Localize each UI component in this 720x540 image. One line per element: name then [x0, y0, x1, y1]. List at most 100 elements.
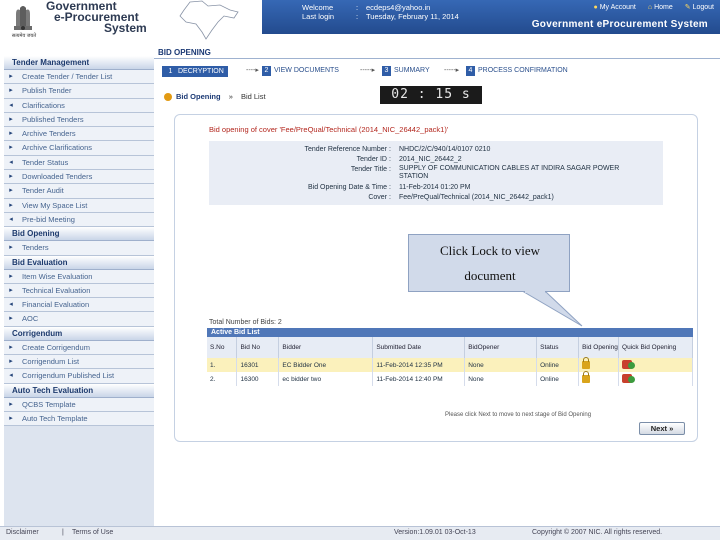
lock-icon[interactable]: [582, 357, 591, 369]
step-arrow-icon: -----▸: [444, 67, 460, 74]
sidebar-item-label: Tenders: [22, 243, 49, 253]
detail-colon: :: [389, 194, 391, 201]
my-account-icon: ●: [593, 4, 598, 11]
welcome-colon: :: [356, 3, 359, 12]
sidebar-section-title[interactable]: Bid Evaluation: [4, 255, 154, 270]
sidebar-item[interactable]: ▸ Corrigendum List: [4, 355, 154, 370]
sidebar-item-label: Auto Tech Template: [22, 413, 88, 423]
detail-label: Tender ID: [356, 156, 387, 163]
step-process-confirmation[interactable]: 4 PROCESS CONFIRMATION: [466, 66, 568, 77]
arrow-icon: ▸: [9, 272, 13, 280]
sidebar-item[interactable]: ▸ Archive Clarifications: [4, 141, 154, 156]
wizard-steps: 1 DECRYPTION ----▸ 2 VIEW DOCUMENTS -----▸…: [162, 66, 608, 77]
arrow-icon: ▸: [9, 201, 13, 209]
arrow-icon: ▸: [9, 358, 13, 366]
breadcrumb-bid-opening[interactable]: Bid Opening: [176, 92, 221, 101]
sidebar-item[interactable]: ◂ Financial Evaluation: [4, 298, 154, 313]
arrow-icon: ◂: [9, 101, 13, 109]
cell-bid-opener: None: [464, 358, 538, 372]
col-bid-no: Bid No: [236, 337, 280, 358]
emblem-caption: सत्यमेव जयते: [11, 33, 37, 39]
terms-link[interactable]: Terms of Use: [72, 529, 113, 536]
step-label: VIEW DOCUMENTS: [274, 67, 339, 74]
sidebar-item[interactable]: ▸ Item Wise Evaluation: [4, 269, 154, 284]
table-header-row: S.No Bid No Bidder Submitted Date BidOpe…: [207, 337, 693, 358]
cell-submitted-date: 11-Feb-2014 12:40 PM: [372, 372, 466, 386]
disclaimer-link[interactable]: Disclaimer: [6, 529, 39, 536]
bid-table: S.No Bid No Bidder Submitted Date BidOpe…: [207, 337, 693, 386]
sidebar-item[interactable]: ▸ Archive Tenders: [4, 127, 154, 142]
sidebar-item[interactable]: ◂ Tender Status: [4, 155, 154, 171]
cell-bidder: ec bidder two: [278, 372, 374, 386]
sidebar-section-title[interactable]: Corrigendum: [4, 326, 154, 341]
page-footer: Disclaimer | Terms of Use Version:1.09.0…: [0, 526, 720, 540]
home-link[interactable]: Home: [654, 4, 673, 11]
my-account-link[interactable]: My Account: [600, 4, 636, 11]
detail-value: Fee/PreQual/Technical (2014_NIC_26442_pa…: [399, 194, 554, 201]
header-links: ● My Account ⌂ Home ✎ Logout: [583, 3, 714, 11]
main-content: BID OPENING 1 DECRYPTION ----▸ 2 VIEW DOCU…: [154, 42, 720, 526]
arrow-icon: ▸: [9, 343, 13, 351]
last-login-row: Last login: Tuesday, February 11, 2014: [302, 12, 459, 21]
logout-link[interactable]: Logout: [693, 4, 714, 11]
sidebar-item[interactable]: ▸ QCBS Template: [4, 397, 154, 412]
sidebar-item-label: Clarifications: [22, 100, 65, 110]
sidebar-item[interactable]: ▸ Create Tender / Tender List: [4, 70, 154, 85]
sidebar-section-title[interactable]: Tender Management: [4, 56, 154, 70]
quick-open-icon[interactable]: [622, 359, 636, 369]
col-bid-opening: Bid Opening: [578, 337, 620, 358]
sidebar-section-title[interactable]: Bid Opening: [4, 227, 154, 242]
step-number: 4: [466, 66, 475, 76]
sidebar-item[interactable]: ◂ Corrigendum Published List: [4, 369, 154, 384]
sidebar-section-title[interactable]: Auto Tech Evaluation: [4, 383, 154, 398]
col-status: Status: [536, 337, 580, 358]
sidebar-item[interactable]: ▸ Downloaded Tenders: [4, 170, 154, 185]
last-login-label: Last login: [302, 12, 335, 21]
cell-bid-opening: [578, 357, 620, 372]
sidebar-item[interactable]: ◂ Clarifications: [4, 98, 154, 113]
quick-open-icon[interactable]: [622, 373, 636, 383]
arrow-icon: ◂: [9, 158, 13, 166]
col-sno: S.No: [207, 337, 238, 358]
sidebar-item-label: Item Wise Evaluation: [22, 271, 93, 281]
sidebar-item-label: Archive Tenders: [22, 129, 76, 139]
sidebar-item[interactable]: ▸ AOC: [4, 312, 154, 327]
step-number: 2: [262, 66, 271, 76]
sidebar-item[interactable]: ▸ Tender Audit: [4, 184, 154, 199]
annotation-callout: Click Lock to view document: [408, 234, 570, 292]
breadcrumb-bullet-icon: [164, 93, 172, 102]
detail-colon: :: [389, 156, 391, 163]
table-row: 1. 16301 EC Bidder One 11-Feb-2014 12:35…: [207, 357, 693, 372]
col-submitted-date: Submitted Date: [372, 337, 466, 358]
sidebar-item-label: QCBS Template: [22, 399, 76, 409]
sidebar-item[interactable]: ▸ Tenders: [4, 241, 154, 256]
arrow-icon: ▸: [9, 73, 13, 80]
detail-label: Tender Reference Number: [304, 146, 388, 153]
sidebar-item[interactable]: ▸ Technical Evaluation: [4, 283, 154, 299]
arrow-icon: ▸: [9, 173, 13, 181]
step-decryption[interactable]: 1 DECRYPTION: [162, 66, 228, 77]
breadcrumb-separator: »: [228, 92, 233, 101]
sidebar-item[interactable]: ◂ Pre-bid Meeting: [4, 212, 154, 228]
cell-bid-opening: [578, 371, 620, 386]
step-number: 1: [168, 68, 173, 75]
cover-title: Bid opening of cover 'Fee/PreQual/Techni…: [209, 125, 449, 134]
session-timer: 02 : 15 s: [380, 86, 482, 104]
detail-value: 2014_NIC_26442_2: [399, 156, 462, 163]
step-view-documents[interactable]: 2 VIEW DOCUMENTS: [262, 66, 339, 77]
cell-quick-bid-opening: [618, 372, 693, 386]
sidebar-item-label: Create Corrigendum: [22, 342, 90, 352]
sidebar-item[interactable]: ▸ View My Space List: [4, 198, 154, 213]
sidebar-item[interactable]: ▸ Publish Tender: [4, 84, 154, 99]
step-summary[interactable]: 3 SUMMARY: [382, 66, 430, 77]
sidebar-item-label: Technical Evaluation: [22, 285, 91, 295]
sidebar-item-label: Financial Evaluation: [22, 300, 90, 310]
sidebar-item[interactable]: ▸ Create Corrigendum: [4, 340, 154, 356]
sidebar-item[interactable]: ▸ Published Tenders: [4, 112, 154, 128]
sidebar-item[interactable]: ▸ Auto Tech Template: [4, 411, 154, 427]
step-label: SUMMARY: [394, 67, 430, 74]
callout-line-1: Click Lock to view: [439, 243, 540, 258]
step-arrow-icon: ----▸: [246, 67, 259, 74]
lock-icon[interactable]: [582, 371, 591, 383]
next-button[interactable]: Next »: [639, 422, 685, 435]
